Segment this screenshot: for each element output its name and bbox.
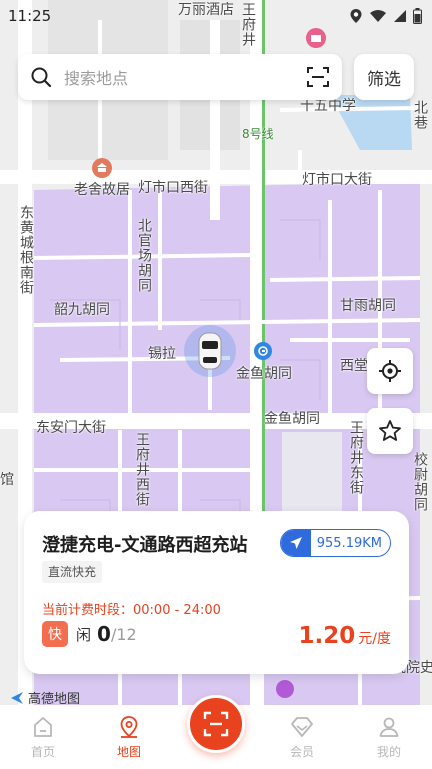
tab-home[interactable]: 首页 [0,715,86,760]
star-icon [379,420,401,441]
price-value: 1.20 [298,623,356,649]
search-icon [31,67,52,88]
map-label-donghuangcheng: 东黄城根南街 [18,205,34,295]
map-label-dengshikou-west: 灯市口西街 [138,180,208,196]
charging-station-marker-icon[interactable] [254,342,272,360]
map-label-jinyu-2: 金鱼胡同 [264,411,320,427]
navigate-arrow-icon [280,530,311,556]
map-label-shaojiu: 韶九胡同 [54,302,110,318]
signal-icon [394,10,406,22]
map-label-jinyu-1: 金鱼胡同 [236,366,292,382]
map-label-donganmen: 东安门大街 [36,420,106,436]
idle-label: 闲 [76,625,92,644]
scan-charge-button[interactable] [187,695,245,753]
distance-navigate-button[interactable]: 955.19KM [279,529,391,557]
status-icons [349,8,422,24]
locate-button[interactable] [367,348,413,394]
tab-mine-label: 我的 [376,745,401,759]
shop-poi-icon[interactable] [276,680,294,698]
idle-total: /12 [110,624,137,644]
map-label-dengshikou-street: 灯市口大街 [302,172,372,188]
tab-mine[interactable]: 我的 [346,715,432,760]
locate-crosshair-icon [379,360,401,382]
availability: 快 闲 0 /12 [42,621,137,647]
map-pin-icon [120,716,138,738]
map-label-xitang: 西堂 [340,358,368,374]
map-label-beiguanchang: 北官场胡同 [136,218,152,293]
billing-period: 当前计费时段：00:00 - 24:00 [42,603,221,618]
battery-icon [413,8,422,24]
fast-charge-badge: 快 [42,621,68,647]
map-label-xila: 锡拉 [148,346,176,362]
user-icon [379,717,399,737]
map-label-school: 十五中学 [300,98,356,114]
tab-map-label: 地图 [116,745,141,759]
status-time: 11:25 [8,7,52,25]
map-label-north-alley: 北巷 [412,100,428,130]
price: 1.20 元/度 [299,623,391,649]
map-label-guan: 馆 [0,472,14,488]
amap-arrow-icon [11,691,23,704]
station-card[interactable]: 澄捷充电-文通路西超充站 955.19KM 直流快充 当前计费时段：00:00 … [24,511,409,674]
map-label-wangfujing-east: 王府井东街 [348,420,364,495]
location-status-icon [350,9,362,23]
scan-icon[interactable] [306,66,330,88]
search-input[interactable]: 搜索地点 [64,65,306,89]
tab-home-label: 首页 [30,745,55,759]
station-title: 澄捷充电-文通路西超充站 [42,535,248,556]
my-location-car-icon [184,325,236,377]
scan-code-icon [203,711,229,737]
diamond-icon [291,717,313,737]
status-bar: 11:25 [0,0,432,32]
tab-member[interactable]: 会员 [259,715,345,760]
app-screen: 万丽酒店 王府井 十五中学 8号线 老舍故居 灯市口西街 灯市口大街 东黄城根南… [0,0,432,769]
charger-type-tag: 直流快充 [42,561,103,583]
favorite-button[interactable] [367,408,413,454]
tab-member-label: 会员 [289,745,314,759]
tab-map[interactable]: 地图 [86,715,172,760]
filter-button[interactable]: 筛选 [354,54,414,100]
distance-value: 955.19KM [316,535,382,551]
search-bar[interactable]: 搜索地点 [18,54,342,100]
price-unit: 元/度 [358,631,391,647]
map-label-xiaowei: 校尉胡同 [412,452,428,512]
wifi-icon [370,10,386,22]
map-label-ganyu: 甘雨胡同 [340,298,396,314]
map-label-wangfujing-west: 王府井西街 [134,432,150,507]
idle-count: 0 [97,622,111,646]
map-label-laoshe: 老舍故居 [74,182,130,198]
home-icon [34,717,52,737]
museum-poi-icon[interactable] [92,158,112,178]
map-label-metro-line: 8号线 [242,127,274,141]
